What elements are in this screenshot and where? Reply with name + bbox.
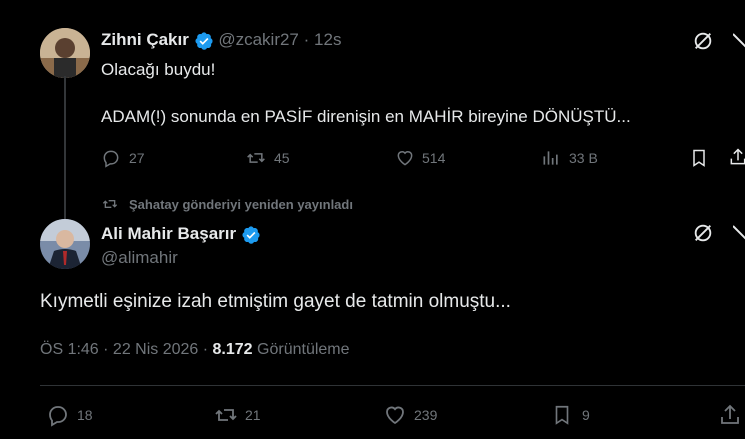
repost-button[interactable]: 21 (213, 403, 261, 427)
repost-banner-text[interactable]: Şahatay gönderiyi yeniden yayınladı (129, 197, 353, 212)
reply-button[interactable]: 18 (46, 403, 93, 427)
tweet-meta: ÖS 1:46 · 22 Nis 2026 · 8.172 Görüntülem… (40, 341, 350, 359)
heart-icon (386, 406, 404, 425)
repost-icon (102, 200, 118, 208)
avatar-ali[interactable] (40, 219, 90, 269)
share-icon[interactable] (718, 402, 742, 428)
views-label: Görüntüleme (252, 341, 350, 358)
repost-icon (247, 153, 265, 163)
more-icon-partial[interactable] (733, 30, 745, 52)
display-name[interactable]: Zihni Çakır (101, 30, 189, 49)
tweet-time[interactable]: 12s (314, 30, 341, 49)
share-icon[interactable] (728, 146, 745, 168)
reply-icon (103, 150, 119, 168)
main-tweet-text: Kıymetli eşinize izah etmiştim gayet de … (40, 291, 511, 312)
verified-badge-icon (194, 31, 214, 51)
repost-icon (215, 409, 237, 421)
like-button[interactable]: 239 (382, 403, 437, 427)
reply-count: 27 (129, 150, 145, 166)
bookmark-button[interactable]: 9 (551, 403, 590, 427)
tweet-text-line2: ADAM(!) sonunda en PASİF direnişin en MA… (101, 107, 631, 126)
tweet-header: Zihni Çakır @zcakir27 · 12s (101, 30, 341, 51)
grok-icon[interactable] (692, 222, 714, 244)
divider (40, 385, 745, 386)
grok-icon[interactable] (692, 30, 714, 52)
reply-icon (49, 406, 67, 427)
handle[interactable]: @alimahir (101, 248, 178, 268)
display-name[interactable]: Ali Mahir Başarır (101, 224, 236, 243)
handle[interactable]: @zcakir27 (218, 30, 299, 49)
avatar-zihni[interactable] (40, 28, 90, 78)
views-count: 33 B (569, 150, 598, 166)
like-count: 239 (414, 407, 438, 423)
main-tweet-header: Ali Mahir Başarır (101, 224, 261, 245)
view-count: 8.172 (212, 341, 253, 358)
repost-banner: Şahatay gönderiyi yeniden yayınladı (101, 196, 353, 212)
tweet-text-line1: Olacağı buydu! (101, 60, 216, 79)
like-button[interactable]: 514 (394, 148, 445, 168)
like-count: 514 (422, 150, 446, 166)
verified-badge-icon (241, 225, 261, 245)
bookmark-icon[interactable] (689, 148, 709, 168)
separator: · (303, 30, 310, 49)
repost-count: 45 (274, 150, 290, 166)
reply-count: 18 (77, 407, 93, 423)
heart-icon (397, 151, 413, 166)
bookmark-count: 9 (582, 407, 590, 423)
repost-count: 21 (245, 407, 261, 423)
views-button[interactable]: 33 B (541, 148, 598, 168)
repost-button[interactable]: 45 (245, 148, 290, 168)
views-chart-icon (543, 151, 558, 165)
more-icon-partial[interactable] (733, 222, 745, 244)
timestamp[interactable]: ÖS 1:46 · 22 Nis 2026 · (40, 341, 213, 358)
bookmark-icon (555, 405, 569, 425)
reply-button[interactable]: 27 (101, 148, 145, 168)
